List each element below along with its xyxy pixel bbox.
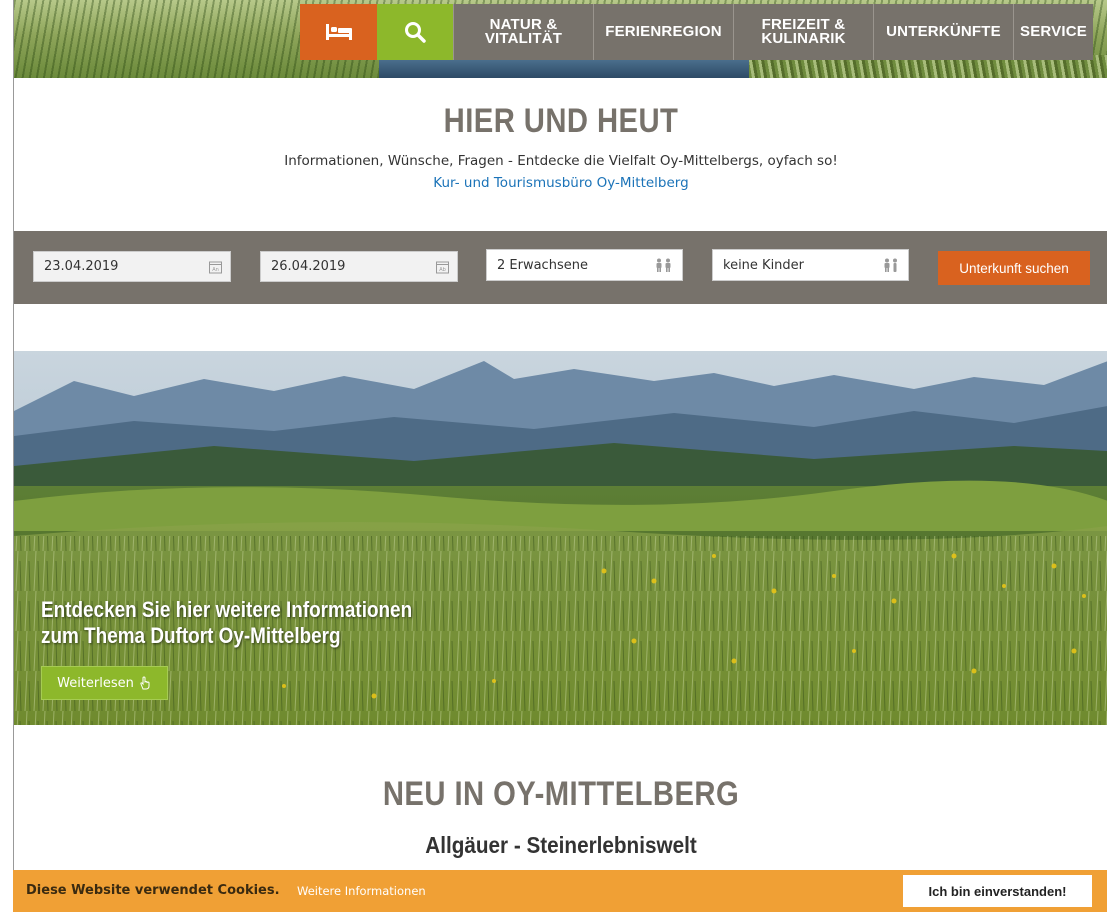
section-subtitle: Allgäuer - Steinerlebniswelt (425, 832, 697, 858)
nav-item-label: SERVICE (1020, 23, 1087, 40)
adults-icon (654, 258, 674, 272)
svg-text:Ab: Ab (439, 267, 446, 273)
nav-item-label: NATUR & VITALITÄT (484, 17, 563, 47)
children-select[interactable]: keine Kinder (712, 249, 909, 281)
nav-item-ferienregion[interactable]: FERIENREGION (593, 4, 733, 60)
intro-text: Informationen, Wünsche, Fragen - Entdeck… (284, 153, 838, 169)
search-accommodation-button[interactable]: Unterkunft suchen (938, 251, 1090, 285)
cookie-banner: Diese Website verwendet Cookies. Weitere… (13, 870, 1107, 912)
booking-form: 23.04.2019 An 26.04.2019 Ab 2 Erwachsene (14, 231, 1107, 304)
pointer-hand-icon (140, 676, 150, 690)
news-section: NEU IN OY-MITTELBERG Allgäuer - Steinerl… (14, 725, 1107, 870)
calendar-arrival-icon[interactable]: An (209, 260, 222, 273)
nav-item-unterkuenfte[interactable]: UNTERKÜNFTE (873, 4, 1013, 60)
banner-image-lake (379, 60, 749, 78)
page-title: HIER UND HEUT (443, 102, 679, 140)
read-more-label: Weiterlesen (57, 675, 134, 691)
calendar-departure-icon[interactable]: Ab (436, 260, 449, 273)
arrival-date-value: 23.04.2019 (44, 259, 119, 274)
hero-caption-line: Entdecken Sie hier weitere Informationen (41, 597, 413, 622)
tourism-office-link[interactable]: Kur- und Tourismusbüro Oy-Mittelberg (433, 175, 688, 191)
hero-caption-line: zum Thema Duftort Oy-Mittelberg (41, 623, 341, 648)
adults-select[interactable]: 2 Erwachsene (486, 249, 683, 281)
arrival-date-field[interactable]: 23.04.2019 An (33, 251, 231, 282)
hero-caption: Entdecken Sie hier weitere Informationen… (41, 597, 488, 649)
read-more-button[interactable]: Weiterlesen (41, 666, 168, 700)
svg-text:An: An (212, 267, 219, 273)
search-icon (405, 22, 426, 43)
nav-label-line: KULINARIK (761, 30, 846, 47)
search-button[interactable] (377, 4, 453, 60)
page: NATUR & VITALITÄT FERIENREGION FREIZEIT … (13, 0, 1107, 912)
children-value: keine Kinder (723, 257, 805, 273)
bed-icon (325, 24, 352, 40)
departure-date-value: 26.04.2019 (271, 259, 346, 274)
children-icon (882, 258, 900, 272)
cookie-more-info-link[interactable]: Weitere Informationen (297, 884, 426, 898)
nav-label-line: VITALITÄT (484, 30, 563, 47)
hero-banner: Entdecken Sie hier weitere Informationen… (14, 351, 1107, 725)
nav-item-label: FREIZEIT & KULINARIK (761, 17, 846, 47)
main-navigation: NATUR & VITALITÄT FERIENREGION FREIZEIT … (300, 4, 1093, 60)
adults-value: 2 Erwachsene (497, 257, 588, 273)
cookie-accept-button[interactable]: Ich bin einverstanden! (903, 875, 1092, 907)
departure-date-field[interactable]: 26.04.2019 Ab (260, 251, 458, 282)
nav-item-natur-vitalitaet[interactable]: NATUR & VITALITÄT (453, 4, 593, 60)
intro-section: HIER UND HEUT Informationen, Wünsche, Fr… (14, 78, 1107, 231)
nav-item-freizeit-kulinarik[interactable]: FREIZEIT & KULINARIK (733, 4, 873, 60)
accommodation-button[interactable] (300, 4, 377, 60)
hero-image (14, 351, 1107, 725)
nav-item-label: FERIENREGION (605, 23, 722, 40)
nav-item-label: UNTERKÜNFTE (886, 23, 1001, 40)
cookie-notice-text: Diese Website verwendet Cookies. (26, 883, 280, 898)
section-title: NEU IN OY-MITTELBERG (382, 775, 740, 813)
nav-item-service[interactable]: SERVICE (1013, 4, 1093, 60)
